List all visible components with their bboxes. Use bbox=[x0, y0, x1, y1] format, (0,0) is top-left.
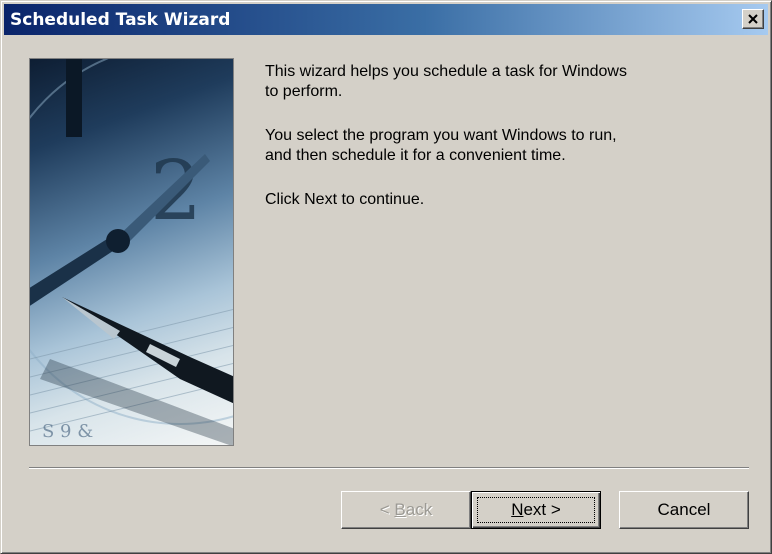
description-paragraph: You select the program you want Windows … bbox=[265, 126, 735, 166]
next-button[interactable]: Next > bbox=[471, 491, 601, 529]
text-line: to perform. bbox=[265, 83, 343, 100]
text-line: Click Next to continue. bbox=[265, 191, 425, 208]
instruction-paragraph: Click Next to continue. bbox=[265, 190, 735, 210]
svg-text:S 9 &: S 9 & bbox=[42, 421, 93, 442]
back-button-prefix: < bbox=[379, 500, 395, 519]
window-title: Scheduled Task Wizard bbox=[10, 10, 231, 30]
clock-and-pen-illustration: 2 S 9 & bbox=[29, 58, 234, 446]
separator bbox=[29, 467, 749, 469]
back-button-rest: ack bbox=[405, 500, 433, 519]
text-line: You select the program you want Windows … bbox=[265, 127, 617, 144]
focus-rectangle bbox=[477, 497, 595, 523]
back-button[interactable]: < Back bbox=[341, 491, 471, 529]
title-bar[interactable]: Scheduled Task Wizard bbox=[4, 4, 768, 35]
close-button[interactable] bbox=[742, 9, 764, 29]
cancel-button[interactable]: Cancel bbox=[619, 491, 749, 529]
wizard-window: Scheduled Task Wizard 2 bbox=[0, 0, 772, 554]
back-button-mnemonic: B bbox=[394, 500, 406, 519]
text-line: and then schedule it for a convenient ti… bbox=[265, 147, 566, 164]
intro-paragraph: This wizard helps you schedule a task fo… bbox=[265, 62, 735, 102]
close-icon bbox=[748, 14, 758, 24]
text-line: This wizard helps you schedule a task fo… bbox=[265, 63, 627, 80]
